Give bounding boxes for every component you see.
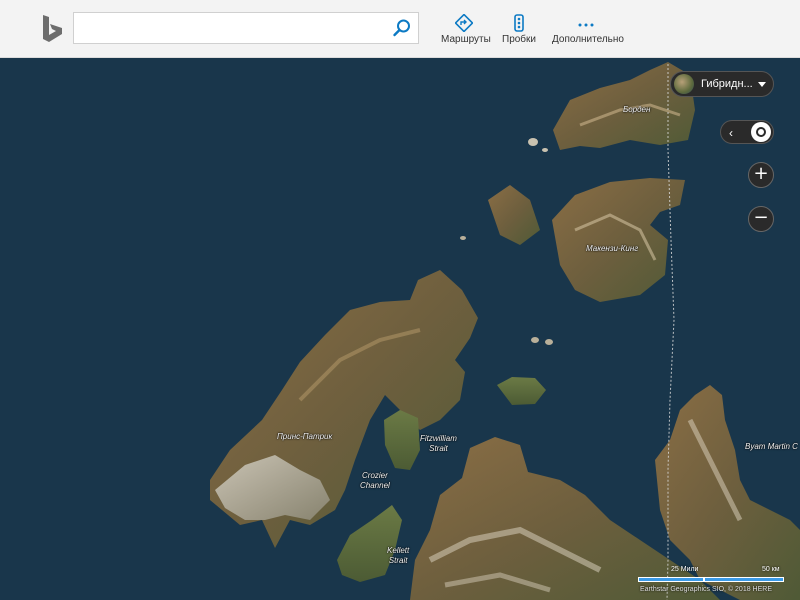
more-icon [577,14,595,32]
label-crozier-channel[interactable]: Crozier Channel [360,471,390,491]
label-kellett-strait[interactable]: Kellett Strait [387,546,409,566]
map-style-selector[interactable]: Гибридн... [670,71,774,97]
kellett-line1: Kellett [387,546,410,555]
directions-button[interactable]: Маршруты [441,13,491,50]
label-borden[interactable]: Борден [623,105,650,114]
directions-label: Маршруты [441,34,491,45]
fitzwilliam-line2: Strait [429,444,448,453]
label-prince-patrick[interactable]: Принс-Патрик [277,432,332,441]
scale-km-bar [704,577,784,582]
label-mackenzie-king[interactable]: Макензи-Кинг [586,244,638,253]
collapse-chevron-icon[interactable]: ‹ [729,126,733,140]
scale-miles-label: 25 Мили [671,566,699,573]
satellite-imagery [0,57,800,600]
copyright-text: Earthstar Geographics SIO, © 2018 HERE [640,586,772,593]
map-canvas[interactable]: Борден Макензи-Кинг Принс-Патрик Fitzwil… [0,57,800,600]
dropdown-arrow-icon [758,82,766,87]
top-bar: Маршруты Пробки Дополнительно [0,0,800,58]
crozier-line1: Crozier [362,471,388,480]
hybrid-thumbnail-icon [674,74,694,94]
crozier-line2: Channel [360,481,390,490]
fitzwilliam-line1: Fitzwilliam [420,434,457,443]
locate-me-icon[interactable] [751,122,771,142]
bing-logo-icon[interactable] [38,13,66,45]
scale-miles-bar [638,577,704,582]
search-box[interactable] [73,12,419,44]
label-byam-martin[interactable]: Byam Martin C [745,442,798,451]
scale-km-label: 50 км [762,566,780,573]
map-style-label: Гибридн... [701,78,753,90]
traffic-button[interactable]: Пробки [500,14,538,50]
kellett-line2: Strait [388,556,408,565]
label-fitzwilliam-strait[interactable]: Fitzwilliam Strait [420,434,457,454]
more-button[interactable]: Дополнительно [552,14,624,50]
locate-control: ‹ [720,120,774,144]
traffic-label: Пробки [502,34,536,45]
search-icon[interactable] [392,18,412,38]
traffic-icon [510,14,528,32]
zoom-in-button[interactable]: + [748,162,774,188]
more-label: Дополнительно [552,34,624,45]
directions-icon [454,13,474,33]
scale-bar: 25 Мили 50 км [638,566,784,586]
search-input[interactable] [82,18,386,40]
zoom-out-button[interactable]: − [748,206,774,232]
